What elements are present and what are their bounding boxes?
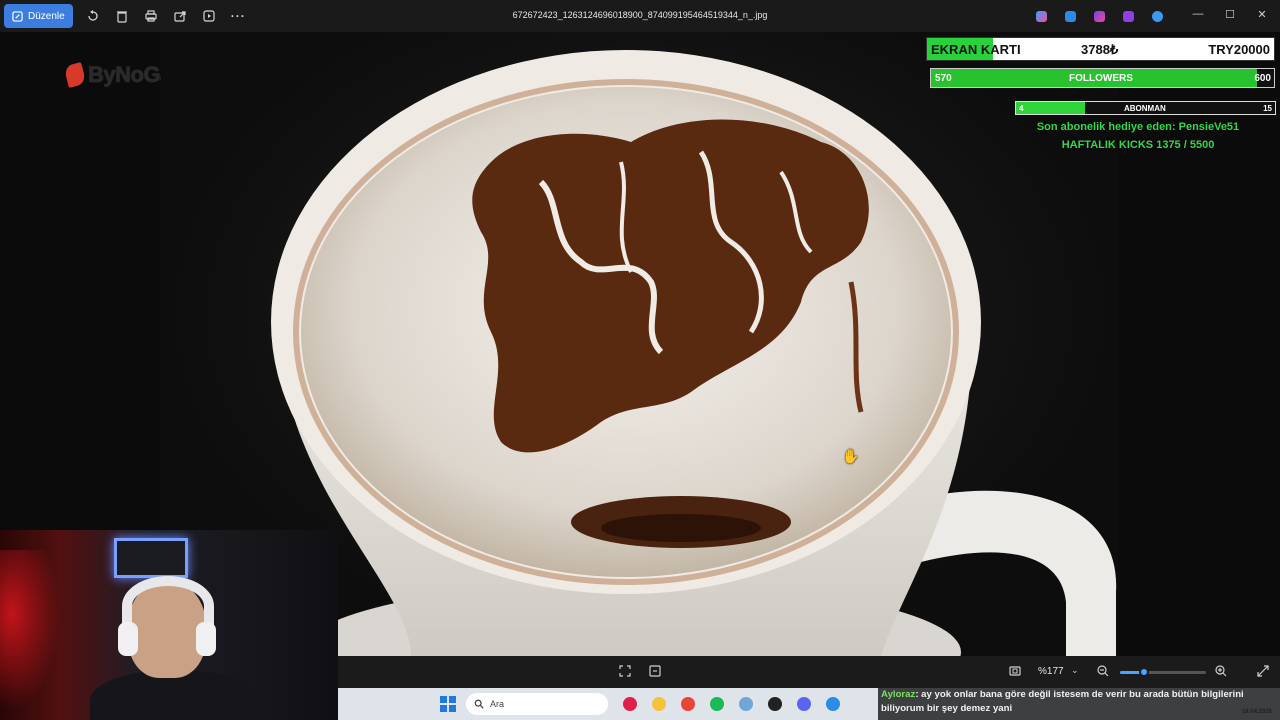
zoom-in-icon[interactable] [1214, 664, 1228, 678]
photos-app-window: Düzenle ··· 672672423_1263124696018900_8… [0, 0, 1280, 720]
subscriber-current: 4 [1019, 104, 1024, 113]
video-editor-icon[interactable] [1119, 8, 1138, 24]
zoom-dropdown-chevron-icon[interactable]: ⌄ [1071, 665, 1079, 676]
webcam-feed [0, 530, 338, 720]
tray-app-icons [1032, 8, 1167, 24]
zoom-slider[interactable] [1120, 667, 1206, 677]
github-app-glyph [768, 697, 782, 711]
folder-app-icon[interactable] [649, 695, 669, 713]
subscriber-goal-bar: 4 ABONMAN 15 [1015, 101, 1276, 115]
edit-icon [12, 10, 23, 22]
start-logo-tile [449, 696, 456, 703]
start-logo-tile [440, 696, 447, 703]
zoom-out-icon[interactable] [1096, 664, 1110, 678]
fit-to-screen-icon[interactable] [618, 664, 632, 678]
delete-icon[interactable] [108, 4, 137, 28]
donation-goal-bar: EKRAN KARTI 3788₺ TRY20000 [926, 37, 1275, 61]
folder-app-glyph [652, 697, 666, 711]
onedrive-icon[interactable] [1148, 8, 1167, 24]
fullscreen-icon[interactable] [1256, 664, 1270, 678]
start-logo-tile [449, 705, 456, 712]
maximize-button[interactable]: ☐ [1224, 8, 1236, 21]
chrome-app-icon[interactable] [678, 695, 698, 713]
chat-text: : ay yok onlar bana göre değil istesem d… [881, 689, 1244, 714]
top-toolbar: Düzenle ··· 672672423_1263124696018900_8… [0, 0, 1280, 32]
edit-button[interactable]: Düzenle [4, 4, 73, 28]
photos-app-icon[interactable] [823, 695, 843, 713]
slideshow-icon[interactable] [195, 4, 224, 28]
copilot-icon[interactable] [1032, 8, 1051, 24]
last-gift-text: Son abonelik hediye eden: PensieVe51 [1036, 121, 1240, 133]
more-icon[interactable]: ··· [224, 4, 253, 28]
designer-icon[interactable] [1061, 8, 1080, 24]
subscriber-goal-fill [1016, 102, 1086, 114]
taskbar-search-placeholder: Ara [490, 699, 505, 709]
followers-label: FOLLOWERS [1069, 73, 1133, 84]
subscriber-label: ABONMAN [1124, 104, 1166, 113]
file-title: 672672423_1263124696018900_8740991954645… [512, 10, 768, 20]
print-icon[interactable] [137, 4, 166, 28]
edit-button-label: Düzenle [28, 10, 65, 22]
headphone-left-cup [118, 622, 138, 656]
viewer-bottom-bar: %177 ⌄ [338, 656, 1280, 688]
followers-goal-bar: 570 FOLLOWERS 600 [930, 68, 1275, 88]
discord-app-glyph [797, 697, 811, 711]
rotate-icon[interactable] [79, 4, 108, 28]
window-controls: — ☐ ✕ [1192, 8, 1268, 21]
discord-app-icon[interactable] [794, 695, 814, 713]
search-icon [474, 699, 484, 709]
film-strip-icon[interactable] [1008, 664, 1022, 678]
donation-goal-current: 3788₺ [1081, 42, 1119, 57]
media-app-icon[interactable] [620, 695, 640, 713]
share-icon[interactable] [166, 4, 195, 28]
headphone-right-cup [196, 622, 216, 656]
spotify-app-glyph [710, 697, 724, 711]
followers-target: 600 [1254, 73, 1271, 84]
webcam-neon-frame [114, 538, 188, 578]
weekly-kicks-text: HAFTALIK KICKS 1375 / 5500 [1061, 139, 1215, 151]
clipchamp-icon[interactable] [1090, 8, 1109, 24]
taskbar-search[interactable]: Ara [466, 693, 608, 715]
chat-username: Ayloraz [881, 689, 916, 700]
bynogame-logo-mark [63, 62, 87, 88]
hand-cursor-icon: ✋ [842, 448, 860, 464]
donation-goal-label: EKRAN KARTI [931, 42, 1021, 57]
settings-app-glyph [739, 697, 753, 711]
donation-goal-target: TRY20000 [1208, 42, 1270, 57]
start-logo-tile [440, 705, 447, 712]
github-app-icon[interactable] [765, 695, 785, 713]
chat-message: Ayloraz: ay yok onlar bana göre değil is… [878, 688, 1280, 720]
chrome-app-glyph [681, 697, 695, 711]
more-icon-glyph: ··· [230, 9, 246, 23]
tray-date: 18.04.2026 [1241, 709, 1272, 715]
zoom-slider-thumb[interactable] [1139, 667, 1150, 677]
subscriber-target: 15 [1263, 104, 1272, 113]
taskbar-apps [620, 695, 843, 713]
webcam-red-light [0, 550, 60, 710]
minimize-button[interactable]: — [1192, 8, 1204, 21]
media-app-glyph [623, 697, 637, 711]
photos-app-glyph [826, 697, 840, 711]
zoom-level[interactable]: %177 [1038, 666, 1064, 677]
actual-size-icon[interactable] [648, 664, 662, 678]
followers-current: 570 [935, 73, 952, 84]
close-button[interactable]: ✕ [1256, 8, 1268, 21]
spotify-app-icon[interactable] [707, 695, 727, 713]
settings-app-icon[interactable] [736, 695, 756, 713]
start-button[interactable] [440, 696, 456, 712]
